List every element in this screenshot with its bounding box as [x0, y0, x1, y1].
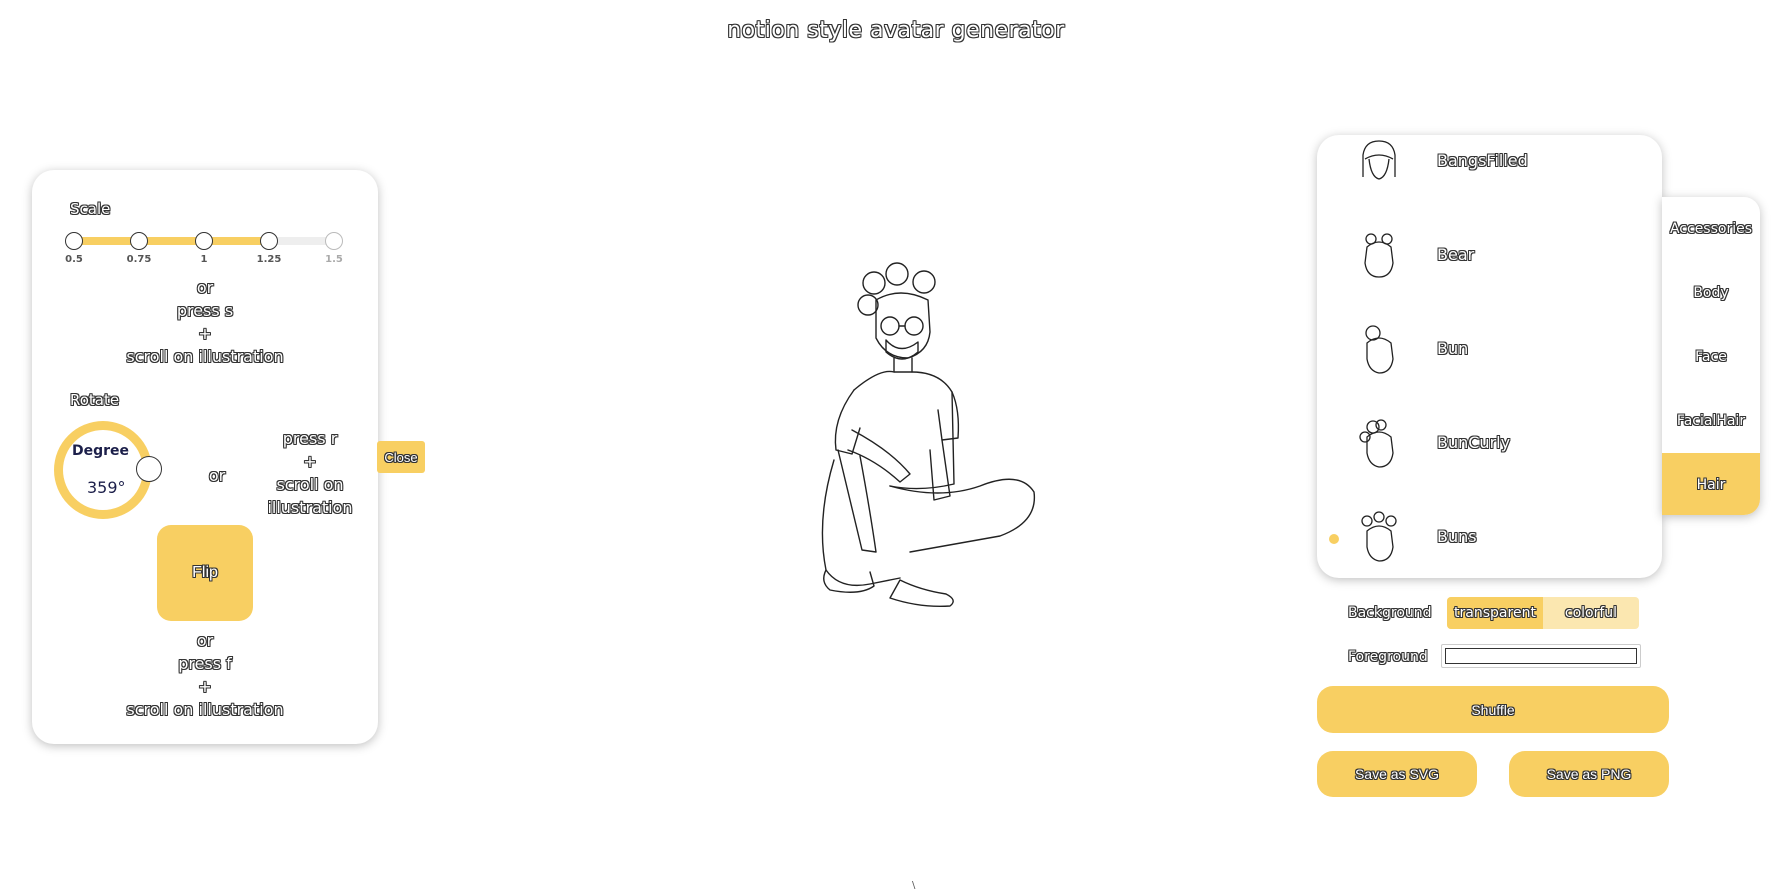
list-item-label: Bear — [1437, 245, 1475, 264]
tab-body[interactable]: Body — [1662, 261, 1760, 325]
hair-bun-shape — [885, 262, 909, 286]
shoe-shape — [823, 569, 875, 593]
list-item[interactable]: Bun — [1317, 309, 1662, 389]
list-item[interactable]: Buns — [1317, 497, 1662, 577]
foreground-color-swatch — [1445, 648, 1637, 664]
hair-bun-shape — [912, 270, 936, 294]
tab-face[interactable]: Face — [1662, 325, 1760, 389]
save-png-button[interactable]: Save as PNG — [1509, 751, 1669, 797]
scale-tick-label: 1.25 — [256, 254, 282, 265]
list-item-label: BunCurly — [1437, 433, 1511, 452]
foreground-label: Foreground — [1348, 649, 1428, 665]
list-item[interactable]: Bear — [1317, 215, 1662, 295]
dial-label: Degree — [72, 443, 130, 459]
glasses-lens-shape — [904, 316, 924, 336]
selected-indicator — [1329, 534, 1339, 544]
list-item-label: Bun — [1437, 339, 1469, 358]
torso-shape — [853, 370, 955, 490]
list-item[interactable]: BangsFilled — [1317, 135, 1662, 201]
scale-label: Scale — [70, 200, 111, 218]
scale-help: or press s + scroll on illustration — [126, 278, 284, 366]
flip-button[interactable]: Flip — [157, 525, 253, 621]
transform-panel: Scale 0.5 0.75 1 1.25 1.5 or press s + s… — [32, 170, 378, 744]
beard-shape — [885, 339, 919, 360]
hair-bangs-icon — [1362, 140, 1396, 180]
footer-mark: \ — [912, 880, 916, 891]
rotate-label: Rotate — [70, 391, 120, 409]
flip-help: or press f + scroll on illustration — [126, 631, 284, 719]
category-tabs: Accessories Body Face FacialHair Hair — [1662, 197, 1760, 515]
scale-tick-label: 1.5 — [325, 254, 343, 265]
avatar-illustration[interactable] — [790, 260, 1070, 645]
scale-tick-label: 0.75 — [126, 254, 152, 265]
background-option-transparent[interactable]: transparent — [1447, 597, 1543, 629]
leg-shape — [889, 478, 1036, 553]
arm-shape — [837, 449, 877, 553]
hair-bun-curly-icon — [1359, 419, 1394, 468]
tab-accessories[interactable]: Accessories — [1662, 197, 1760, 261]
page-title: notion style avatar generator — [727, 18, 1065, 43]
hair-bear-icon — [1364, 233, 1394, 278]
scale-stop-1-5[interactable] — [325, 232, 343, 250]
hair-buns-icon — [1361, 511, 1397, 562]
hair-bun-shape — [862, 271, 886, 295]
rotate-help: press r + scroll on illustration — [267, 429, 353, 517]
sleeve-shape — [937, 391, 960, 441]
background-toggle: transparent colorful — [1447, 597, 1639, 629]
list-item[interactable]: BunCurly — [1317, 403, 1662, 483]
rotate-or: or — [208, 466, 226, 485]
rotate-dial-handle[interactable] — [136, 456, 162, 482]
scale-handle[interactable] — [260, 232, 278, 250]
hair-bun-shape — [857, 294, 879, 316]
shoe-shape — [889, 579, 954, 608]
arm-shape — [929, 439, 951, 501]
scale-tick-label: 0.5 — [65, 254, 83, 265]
hair-bun-icon — [1365, 325, 1394, 374]
background-option-colorful[interactable]: colorful — [1543, 597, 1639, 629]
list-item-label: Buns — [1437, 527, 1477, 546]
scale-slider-fill — [74, 237, 269, 245]
background-label: Background — [1348, 605, 1432, 621]
save-svg-button[interactable]: Save as SVG — [1317, 751, 1477, 797]
foreground-color-picker[interactable] — [1441, 644, 1641, 668]
part-picker: BangsFilled Bear Bun BunCurly Buns — [1317, 135, 1662, 578]
dial-value: 359° — [87, 478, 126, 497]
close-panel-button[interactable]: Close — [377, 441, 425, 473]
leg-shape — [821, 459, 901, 587]
shuffle-button[interactable]: Shuffle — [1317, 686, 1669, 733]
tab-hair[interactable]: Hair — [1662, 453, 1760, 515]
glasses-lens-shape — [880, 316, 900, 336]
scale-stop-0-75[interactable] — [130, 232, 148, 250]
scale-slider[interactable] — [65, 232, 343, 250]
scale-stop-1[interactable] — [195, 232, 213, 250]
tab-facial-hair[interactable]: FacialHair — [1662, 389, 1760, 453]
scale-tick-label: 1 — [200, 254, 208, 265]
sleeve-shape — [834, 389, 861, 455]
list-item-label: BangsFilled — [1437, 151, 1528, 170]
scale-stop-0-5[interactable] — [65, 232, 83, 250]
